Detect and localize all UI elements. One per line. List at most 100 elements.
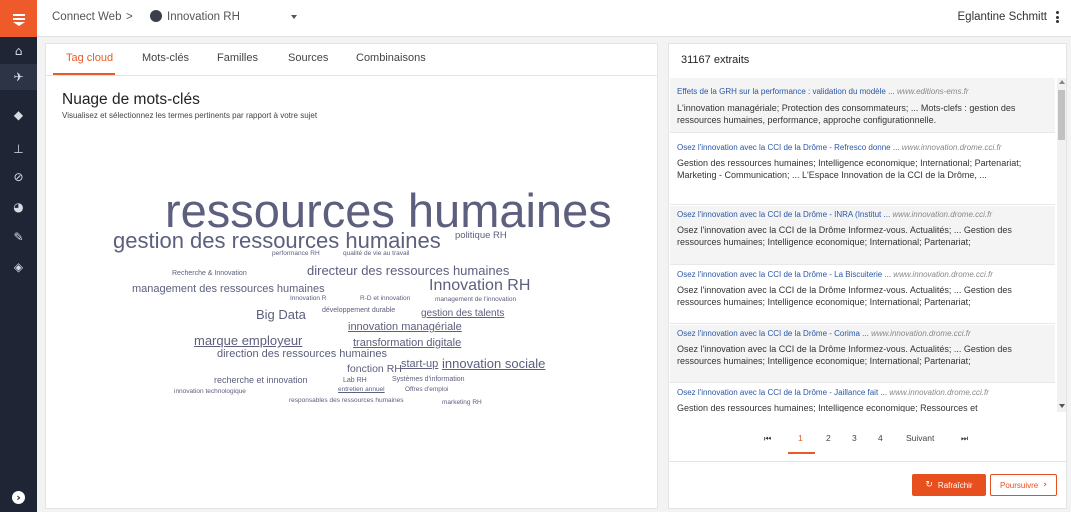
expand-icon: › xyxy=(12,490,25,504)
sidebar-item-rocket[interactable]: ✈ xyxy=(0,64,37,90)
page-3[interactable]: 3 xyxy=(852,433,857,443)
cloud-word[interactable]: Recherche & Innovation xyxy=(172,270,247,277)
pie-chart-icon: ◕ xyxy=(13,200,24,214)
breadcrumb-separator: > xyxy=(126,11,133,23)
cloud-word[interactable]: innovation technologique xyxy=(174,388,246,396)
result-title[interactable]: Osez l'innovation avec la CCI de la Drôm… xyxy=(677,143,1001,152)
globe-icon xyxy=(150,10,162,22)
compass-icon: ⊘ xyxy=(13,170,24,184)
sidebar-item-diamond[interactable]: ◈ xyxy=(0,254,37,280)
cloud-word[interactable]: recherche et innovation xyxy=(214,376,308,385)
cloud-word[interactable]: gestion des talents xyxy=(421,309,504,319)
diamond-icon: ◈ xyxy=(13,260,24,274)
result-item[interactable]: Effets de la GRH sur la performance : va… xyxy=(670,78,1055,133)
cloud-word[interactable]: management de l'innovation xyxy=(435,296,516,304)
cloud-word[interactable]: Innovation RH xyxy=(429,278,530,294)
cloud-word[interactable]: gestion des ressources humaines xyxy=(113,230,441,252)
cloud-word[interactable]: direction des ressources humaines xyxy=(217,349,387,360)
caret-down-icon[interactable] xyxy=(291,15,297,19)
result-title[interactable]: Osez l'innovation avec la CCI de la Drôm… xyxy=(677,270,993,279)
result-item[interactable]: Osez l'innovation avec la CCI de la Drôm… xyxy=(670,325,1055,383)
cloud-word[interactable]: start-up xyxy=(401,359,438,370)
cloud-word[interactable]: fonction RH xyxy=(347,364,402,375)
result-url: www.innovation.drome.cci.fr xyxy=(889,388,989,397)
cloud-word[interactable]: marketing RH xyxy=(442,399,482,407)
top-bar: Connect Web > Innovation RH Eglantine Sc… xyxy=(37,0,1071,37)
sidebar-item-pie-chart[interactable]: ◕ xyxy=(0,194,37,220)
cloud-word[interactable]: R-D et innovation xyxy=(360,295,410,303)
last-page-icon[interactable]: ⏭ xyxy=(961,434,968,444)
sidebar-item-home[interactable]: ⌂ xyxy=(0,38,37,64)
refresh-icon: ↻ xyxy=(925,480,933,490)
page-1[interactable]: 1 xyxy=(798,433,803,443)
cloud-word[interactable]: directeur des ressources humaines xyxy=(307,264,509,277)
page-4[interactable]: 4 xyxy=(878,433,883,443)
cloud-word[interactable]: performance RH xyxy=(272,250,320,258)
cloud-word[interactable]: qualité de vie au travail xyxy=(343,250,410,258)
rocket-icon: ✈ xyxy=(13,70,24,84)
page-2[interactable]: 2 xyxy=(826,433,831,443)
cloud-word[interactable]: Innovation R xyxy=(290,295,327,303)
word-cloud: ressources humaines gestion des ressourc… xyxy=(46,44,657,508)
scroll-thumb[interactable] xyxy=(1058,90,1065,140)
extracts-panel: 31167 extraits Effets de la GRH sur la p… xyxy=(668,43,1067,509)
home-icon: ⌂ xyxy=(14,44,23,58)
user-name[interactable]: Eglantine Schmitt xyxy=(958,11,1048,23)
breadcrumb-current[interactable]: Innovation RH xyxy=(167,11,240,23)
sidebar-expand-button[interactable]: › xyxy=(0,484,37,510)
cloud-word[interactable]: Lab RH xyxy=(343,377,367,384)
result-item[interactable]: Osez l'innovation avec la CCI de la Drôm… xyxy=(670,206,1055,265)
scroll-down-icon[interactable] xyxy=(1059,404,1065,408)
active-page-indicator xyxy=(788,452,815,454)
first-page-icon[interactable]: ⏮ xyxy=(764,434,771,444)
logo[interactable] xyxy=(0,0,37,37)
cloud-word[interactable]: Systèmes d'information xyxy=(392,376,465,383)
result-url: www.innovation.drome.cci.fr xyxy=(893,270,993,279)
pagination: ⏮ 1 2 3 4 Suivant ⏭ xyxy=(669,422,1066,462)
app-root: ⌂ ✈ ◆ ⊥ ⊘ ◕ ✎ ◈ › Connect Web > Innovati… xyxy=(0,0,1071,512)
sidebar-item-sitemap[interactable]: ⊥ xyxy=(0,136,37,162)
wrench-icon: ✎ xyxy=(13,230,24,244)
cloud-word[interactable]: politique RH xyxy=(455,231,507,241)
result-excerpt: Osez l'innovation avec la CCI de la Drôm… xyxy=(677,285,1012,307)
result-url: www.innovation.drome.cci.fr xyxy=(901,143,1002,152)
result-excerpt: Gestion des ressources humaines; Intelli… xyxy=(677,158,1022,180)
result-title[interactable]: Osez l'innovation avec la CCI de la Drôm… xyxy=(677,210,992,219)
sidebar-item-compass[interactable]: ⊘ xyxy=(0,164,37,190)
result-item[interactable]: Osez l'innovation avec la CCI de la Drôm… xyxy=(670,384,1055,412)
result-excerpt: Gestion des ressources humaines; Intelli… xyxy=(677,403,978,412)
scroll-up-icon[interactable] xyxy=(1059,80,1065,84)
logo-icon xyxy=(12,13,25,26)
result-title[interactable]: Effets de la GRH sur la performance : va… xyxy=(677,87,969,96)
continue-button[interactable]: Poursuivre › xyxy=(990,474,1057,496)
results-scrollbar[interactable] xyxy=(1057,78,1066,412)
cloud-word[interactable]: innovation sociale xyxy=(442,357,545,370)
cloud-word[interactable]: Big Data xyxy=(256,308,306,321)
kebab-menu-icon[interactable] xyxy=(1056,11,1059,23)
cloud-word[interactable]: marque employeur xyxy=(194,334,302,347)
cloud-word[interactable]: entretien annuel xyxy=(338,386,385,394)
results-list: Effets de la GRH sur la performance : va… xyxy=(670,78,1055,412)
result-title[interactable]: Osez l'innovation avec la CCI de la Drôm… xyxy=(677,388,989,397)
tag-cloud-panel: Tag cloud Mots-clés Familles Sources Com… xyxy=(45,43,658,509)
cloud-word[interactable]: ressources humaines xyxy=(165,187,612,234)
result-item[interactable]: Osez l'innovation avec la CCI de la Drôm… xyxy=(670,266,1055,324)
extract-count: 31167 extraits xyxy=(681,54,750,66)
result-title[interactable]: Osez l'innovation avec la CCI de la Drôm… xyxy=(677,329,971,338)
result-excerpt: Osez l'innovation avec la CCI de la Drôm… xyxy=(677,344,1012,366)
refresh-button[interactable]: ↻ Rafraîchir xyxy=(912,474,986,496)
sidebar-item-tags[interactable]: ◆ xyxy=(0,102,37,128)
sitemap-icon: ⊥ xyxy=(13,142,24,156)
result-url: www.editions-ems.fr xyxy=(896,87,969,96)
cloud-word[interactable]: responsables des ressources humaines xyxy=(289,397,404,405)
next-page-link[interactable]: Suivant xyxy=(906,433,934,443)
cloud-word[interactable]: Offres d'emploi xyxy=(405,386,448,394)
cloud-word[interactable]: management des ressources humaines xyxy=(132,284,325,295)
refresh-label: Rafraîchir xyxy=(937,480,973,490)
breadcrumb-root[interactable]: Connect Web xyxy=(52,11,121,23)
cloud-word[interactable]: innovation managériale xyxy=(348,322,462,333)
result-item[interactable]: Osez l'innovation avec la CCI de la Drôm… xyxy=(670,139,1055,205)
result-url: www.innovation.drome.cci.fr xyxy=(892,210,992,219)
cloud-word[interactable]: développement durable xyxy=(322,307,395,314)
sidebar-item-wrench[interactable]: ✎ xyxy=(0,224,37,250)
